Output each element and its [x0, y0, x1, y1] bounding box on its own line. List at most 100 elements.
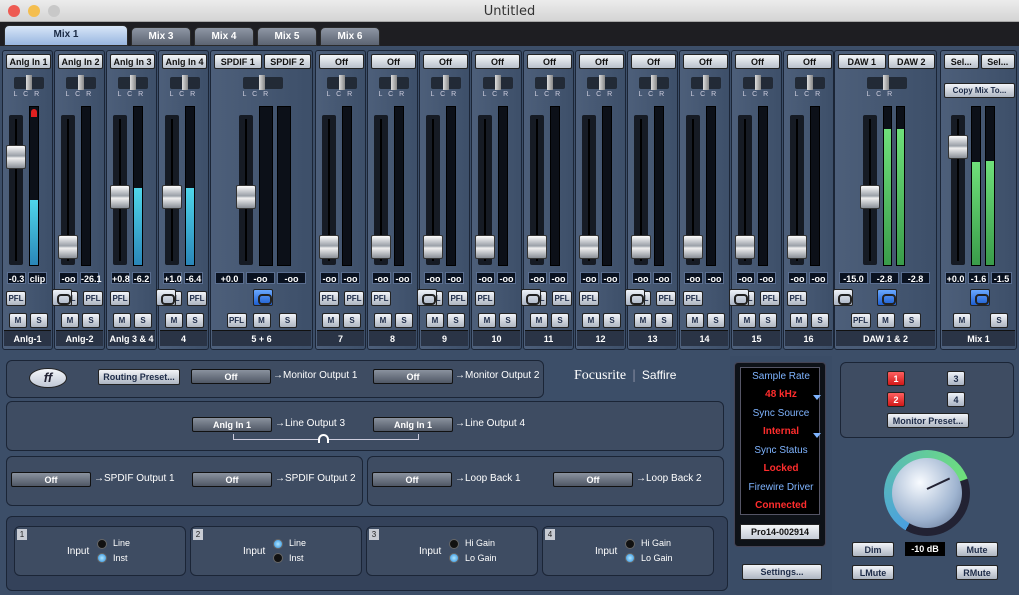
pfl-button[interactable]: PFL: [319, 291, 339, 306]
pan-slider[interactable]: [169, 75, 200, 90]
fader-knob[interactable]: [948, 135, 968, 159]
mute-button[interactable]: M: [582, 313, 600, 328]
monitor-pair-1-button[interactable]: 1: [887, 371, 905, 386]
tab-mix-6[interactable]: Mix 6: [320, 27, 380, 46]
mute-button[interactable]: M: [252, 313, 271, 328]
solo-button[interactable]: S: [902, 313, 921, 328]
pan-slider[interactable]: [482, 75, 513, 90]
mute-button[interactable]: M: [9, 313, 27, 328]
volume-fader[interactable]: [859, 115, 880, 265]
mute-button[interactable]: M: [790, 313, 808, 328]
pan-slider[interactable]: [534, 75, 565, 90]
input-source-select[interactable]: Anlg In 3: [110, 54, 155, 69]
tab-mix-3[interactable]: Mix 3: [131, 27, 191, 46]
pan-slider[interactable]: [430, 75, 461, 90]
solo-button[interactable]: S: [447, 313, 465, 328]
fader-knob[interactable]: [579, 235, 599, 259]
volume-fader[interactable]: [371, 115, 391, 265]
monitor-output-1-select[interactable]: Off: [191, 369, 271, 384]
volume-fader[interactable]: [787, 115, 807, 265]
stereo-link-button[interactable]: [52, 289, 72, 306]
option-1-radio[interactable]: [273, 539, 283, 549]
loop-back-2-select[interactable]: Off: [553, 472, 633, 487]
fader-knob[interactable]: [527, 235, 547, 259]
settings-button[interactable]: Settings...: [742, 564, 822, 580]
volume-fader[interactable]: [6, 115, 26, 265]
input-source-select-right[interactable]: SPDIF 2: [263, 54, 311, 69]
input-source-select[interactable]: Off: [787, 54, 832, 69]
solo-button[interactable]: S: [82, 313, 100, 328]
spdif-output-2-select[interactable]: Off: [192, 472, 272, 487]
pfl-button[interactable]: PFL: [656, 291, 676, 306]
solo-button[interactable]: S: [655, 313, 673, 328]
mute-button[interactable]: M: [165, 313, 183, 328]
line-output-4-select[interactable]: Anlg In 1: [373, 417, 453, 432]
pan-slider[interactable]: [13, 75, 44, 90]
pan-slider[interactable]: [690, 75, 721, 90]
stereo-link-button[interactable]: [156, 289, 176, 306]
mute-button[interactable]: M: [634, 313, 652, 328]
mute-button[interactable]: M: [953, 313, 971, 328]
fader-knob[interactable]: [683, 235, 703, 259]
pfl-button[interactable]: PFL: [787, 291, 807, 306]
solo-button[interactable]: S: [30, 313, 48, 328]
volume-fader[interactable]: [948, 115, 968, 265]
monitor-output-2-select[interactable]: Off: [373, 369, 453, 384]
input-source-select-left[interactable]: SPDIF 1: [214, 54, 262, 69]
fader-knob[interactable]: [235, 185, 256, 209]
left-mute-button[interactable]: LMute: [852, 565, 894, 580]
pan-slider[interactable]: [378, 75, 409, 90]
input-source-select[interactable]: Off: [631, 54, 676, 69]
volume-fader[interactable]: [735, 115, 755, 265]
input-source-select[interactable]: Off: [579, 54, 624, 69]
routing-preset-button[interactable]: Routing Preset...: [98, 369, 180, 385]
solo-button[interactable]: S: [186, 313, 204, 328]
option-2-radio[interactable]: [273, 553, 283, 563]
input-source-select[interactable]: Off: [423, 54, 468, 69]
volume-fader[interactable]: [110, 115, 130, 265]
pfl-button[interactable]: PFL: [579, 291, 599, 306]
sync-source-dropdown-icon[interactable]: [813, 433, 821, 438]
solo-button[interactable]: S: [343, 313, 361, 328]
pan-slider[interactable]: [866, 75, 907, 90]
mute-button[interactable]: M: [374, 313, 392, 328]
mute-button[interactable]: M: [113, 313, 131, 328]
fader-knob[interactable]: [162, 185, 182, 209]
option-1-radio[interactable]: [97, 539, 107, 549]
fader-knob[interactable]: [631, 235, 651, 259]
tab-mix-5[interactable]: Mix 5: [257, 27, 317, 46]
fader-knob[interactable]: [58, 235, 78, 259]
pan-slider[interactable]: [65, 75, 96, 90]
volume-fader[interactable]: [423, 115, 443, 265]
pfl-button[interactable]: PFL: [552, 291, 572, 306]
solo-button[interactable]: S: [990, 313, 1008, 328]
stereo-link-button[interactable]: [521, 289, 541, 306]
pfl-button[interactable]: PFL: [6, 291, 26, 306]
loop-back-1-select[interactable]: Off: [372, 472, 452, 487]
volume-fader[interactable]: [579, 115, 599, 265]
pfl-button[interactable]: PFL: [83, 291, 103, 306]
pfl-button[interactable]: PFL: [850, 313, 871, 328]
pfl-button[interactable]: PFL: [371, 291, 391, 306]
pfl-button[interactable]: PFL: [344, 291, 364, 306]
input-source-select-left[interactable]: Sel...: [944, 54, 979, 69]
pfl-button[interactable]: PFL: [475, 291, 495, 306]
pan-slider[interactable]: [638, 75, 669, 90]
fader-knob[interactable]: [475, 235, 495, 259]
volume-fader[interactable]: [683, 115, 703, 265]
fader-knob[interactable]: [423, 235, 443, 259]
fader-knob[interactable]: [6, 145, 26, 169]
solo-button[interactable]: S: [395, 313, 413, 328]
input-source-select[interactable]: Off: [683, 54, 728, 69]
solo-button[interactable]: S: [759, 313, 777, 328]
pan-slider[interactable]: [242, 75, 283, 90]
pan-slider[interactable]: [742, 75, 773, 90]
solo-button[interactable]: S: [134, 313, 152, 328]
monitor-preset-button[interactable]: Monitor Preset...: [887, 413, 969, 428]
option-2-radio[interactable]: [97, 553, 107, 563]
pan-slider[interactable]: [326, 75, 357, 90]
monitor-pair-4-button[interactable]: 4: [947, 392, 965, 407]
fader-knob[interactable]: [859, 185, 880, 209]
solo-button[interactable]: S: [811, 313, 829, 328]
mute-button[interactable]: M: [686, 313, 704, 328]
